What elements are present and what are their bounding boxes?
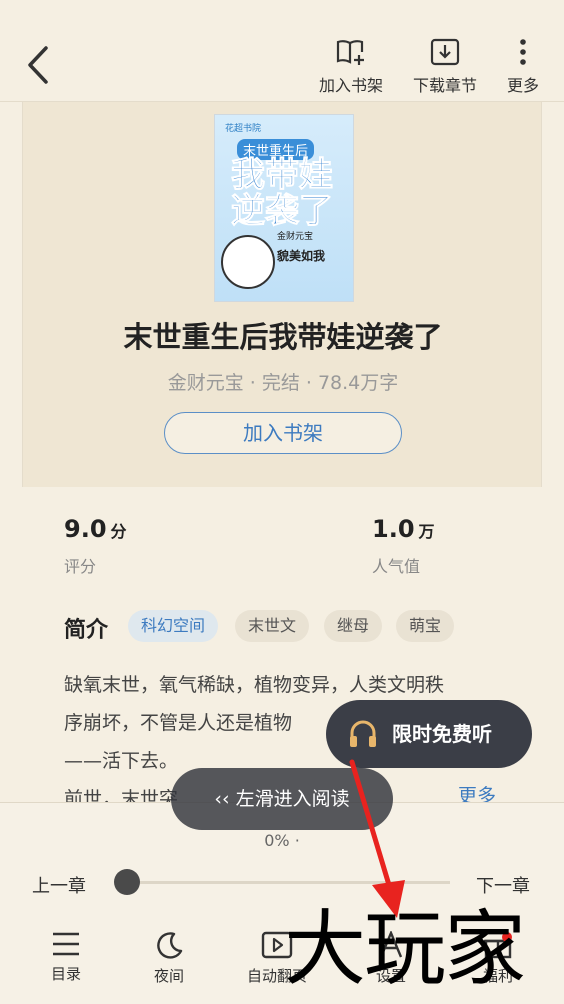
watermark-text: 大玩家 [284, 902, 526, 997]
annotation-arrow [349, 759, 405, 918]
